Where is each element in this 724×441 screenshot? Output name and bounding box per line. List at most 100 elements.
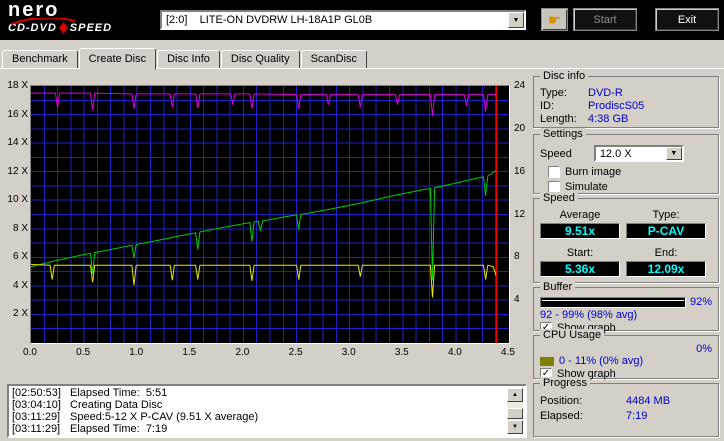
axis-tick-label: 3.0 <box>341 347 356 358</box>
axis-tick-label: 3.5 <box>394 347 409 358</box>
progress-group: Progress Position: 4484 MB Elapsed: 7:19 <box>533 377 719 437</box>
tab-disc-info[interactable]: Disc Info <box>157 50 220 69</box>
cpu-range: 0 - 11% (0% avg) <box>559 355 644 367</box>
speed-select-value: 12.0 X <box>599 147 632 160</box>
elapsed-label: Elapsed: <box>540 410 583 422</box>
disc-id-value: ProdiscS05 <box>588 100 645 112</box>
log-timestamp: [02:50:53] <box>12 387 61 399</box>
buffer-level-line <box>542 299 684 301</box>
axis-tick-label: 4 <box>514 294 520 306</box>
disc-info-group: Disc info Type: DVD-R ID: ProdiscS05 Lengt… <box>533 70 719 128</box>
settings-group: Settings Speed 12.0 X ▼ Burn image Simul… <box>533 128 719 194</box>
cpu-color-swatch <box>540 356 554 366</box>
log-entry[interactable]: [03:11:29] Elapsed Time: 7:19 <box>12 423 505 435</box>
speed-select[interactable]: 12.0 X ▼ <box>593 145 684 162</box>
end-label: End: <box>654 247 678 259</box>
log-timestamp: [03:04:10] <box>12 399 61 411</box>
group-title: CPU Usage <box>540 329 605 342</box>
group-title: Settings <box>540 128 586 141</box>
buffer-range: 92 - 99% (98% avg) <box>540 309 638 321</box>
field-label: Type: <box>540 87 567 99</box>
speed-chart <box>30 85 510 344</box>
speed-type-value: P-CAV <box>626 223 706 239</box>
drive-select[interactable]: [2:0] LITE-ON DVDRW LH-18A1P GL0B ▼ <box>160 10 526 30</box>
log-entry[interactable]: [03:04:10] Creating Data Disc <box>12 399 505 411</box>
start-speed-value: 5.36x <box>540 261 620 277</box>
y-axis-left-labels: 18 X 16 X 14 X 12 X 10 X 8 X 6 X 4 X 2 X <box>2 80 28 342</box>
axis-tick-label: 8 <box>514 251 520 263</box>
buffer-percent: 92% <box>689 296 712 308</box>
axis-tick-label: 6 X <box>12 251 28 263</box>
log-text: Elapsed Time: 5:51 <box>70 387 168 399</box>
position-label: Position: <box>540 395 583 407</box>
top-bar: nero CD-DVD SPEED [2:0] LITE-ON DVDRW LH… <box>0 0 724 40</box>
axis-tick-label: 24 <box>514 80 526 91</box>
end-speed-value: 12.09x <box>626 261 706 277</box>
position-value: 4484 MB <box>626 395 671 407</box>
axis-tick-label: 4.5 <box>501 347 515 358</box>
scroll-down-button[interactable]: ▼ <box>507 420 523 434</box>
type-label: Type: <box>652 209 680 221</box>
tab-benchmark[interactable]: Benchmark <box>2 50 78 69</box>
axis-tick-label: 2.0 <box>235 347 250 358</box>
average-speed-value: 9.51x <box>540 223 620 239</box>
scrollbar-thumb[interactable] <box>507 408 523 419</box>
disc-type-value: DVD-R <box>588 87 623 99</box>
chart-canvas <box>30 86 509 343</box>
log-text: Elapsed Time: 7:19 <box>70 423 168 435</box>
product-name-right: SPEED <box>69 22 113 34</box>
app-window: { "ui": {"check": "✓", "arrow_down": "▼"… <box>0 0 724 441</box>
speed-group: Speed Average 9.51x Type: P-CAV Start: 5… <box>533 192 719 283</box>
field-label: ID: <box>540 100 555 112</box>
axis-tick-label: 4 X <box>12 279 28 291</box>
tab-bar: Benchmark Create Disc Disc Info Disc Qua… <box>2 47 368 70</box>
burn-image-label: Burn image <box>565 166 622 178</box>
axis-tick-label: 10 X <box>7 194 28 206</box>
axis-tick-label: 2.5 <box>288 347 303 358</box>
logo-swoosh-icon <box>10 18 76 25</box>
tab-disc-quality[interactable]: Disc Quality <box>220 50 300 69</box>
axis-tick-label: 12 <box>514 208 526 220</box>
tab-scandisc[interactable]: ScanDisc <box>300 50 368 69</box>
chevron-down-icon[interactable]: ▼ <box>665 147 682 160</box>
log-text: Creating Data Disc <box>70 399 163 411</box>
hand-tool-button[interactable]: ☛ <box>541 8 568 31</box>
axis-tick-label: 8 X <box>12 222 28 234</box>
group-title: Disc info <box>540 70 589 83</box>
group-title: Progress <box>540 377 591 390</box>
axis-tick-label: 2 X <box>12 308 28 320</box>
log-text: Speed:5-12 X P-CAV (9.51 X average) <box>70 411 259 423</box>
disc-length-value: 4:38 GB <box>588 113 629 125</box>
group-title: Speed <box>540 192 578 205</box>
log-timestamp: [03:11:29] <box>12 423 61 435</box>
axis-tick-label: 0.5 <box>76 347 91 358</box>
scroll-up-button[interactable]: ▲ <box>507 388 523 402</box>
axis-tick-label: 16 <box>514 165 526 177</box>
start-button[interactable]: Start <box>573 8 637 31</box>
log-entry[interactable]: [02:50:53] Elapsed Time: 5:51 <box>12 387 505 399</box>
start-label: Start: <box>566 247 594 259</box>
nero-logo: nero CD-DVD SPEED <box>8 0 113 34</box>
axis-tick-label: 0.0 <box>23 347 37 358</box>
speed-label: Speed <box>540 147 572 160</box>
cpu-percent: 0% <box>696 343 712 355</box>
axis-tick-label: 18 X <box>7 80 28 91</box>
hand-icon: ☛ <box>547 11 562 29</box>
scrollbar[interactable]: ▲ ▼ <box>507 388 523 434</box>
axis-tick-label: 12 X <box>7 165 28 177</box>
chevron-down-icon[interactable]: ▼ <box>508 12 524 28</box>
tab-create-disc[interactable]: Create Disc <box>78 48 157 70</box>
status-log: [02:50:53] Elapsed Time: 5:51 [03:04:10]… <box>7 384 527 438</box>
burn-image-checkbox[interactable] <box>548 166 560 178</box>
axis-tick-label: 20 <box>514 122 526 134</box>
buffer-graph <box>540 296 686 308</box>
elapsed-value: 7:19 <box>626 410 648 422</box>
cpu-usage-group: CPU Usage 0% 0 - 11% (0% avg) ✓ Show gra… <box>533 329 719 380</box>
exit-button[interactable]: Exit <box>655 8 719 31</box>
log-entry[interactable]: [03:11:29] Speed:5-12 X P-CAV (9.51 X av… <box>12 411 505 423</box>
axis-tick-label: 16 X <box>7 108 28 120</box>
log-timestamp: [03:11:29] <box>12 411 61 423</box>
axis-tick-label: 14 X <box>7 137 28 149</box>
drive-select-value: [2:0] LITE-ON DVDRW LH-18A1P GL0B <box>166 14 373 26</box>
axis-tick-label: 4.0 <box>447 347 462 358</box>
